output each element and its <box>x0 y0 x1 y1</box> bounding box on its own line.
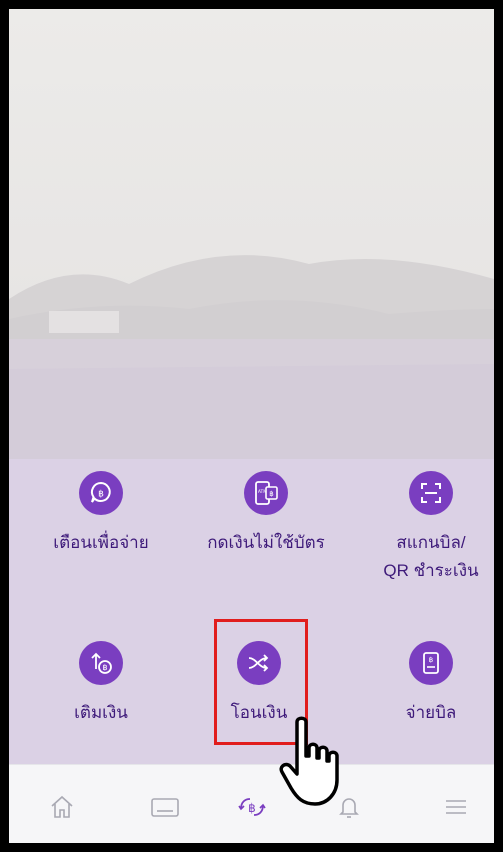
app-screen: ฿ เตือนเพื่อจ่าย ATM ฿ กดเงินไม่ใช้บัตร … <box>0 0 503 852</box>
svg-text:฿: ฿ <box>98 490 104 500</box>
scan-bill-label-line1: สแกนบิล/ <box>396 533 466 552</box>
home-icon[interactable] <box>42 787 82 827</box>
arrow-up-baht-icon: ฿ <box>79 641 123 685</box>
scan-bill-label: สแกนบิล/ QR ชำระเงิน <box>356 529 494 585</box>
notify-to-pay-label: เตือนเพื่อจ่าย <box>53 533 149 552</box>
pay-bill-label: จ่ายบิล <box>405 703 457 722</box>
top-up-label: เติมเงิน <box>74 703 128 722</box>
bottom-navigation-bar: ฿ <box>9 764 494 843</box>
chat-baht-icon: ฿ <box>79 471 123 515</box>
scan-bill-label-line2: QR ชำระเงิน <box>383 561 479 580</box>
hand-pointer-icon <box>279 716 339 806</box>
svg-text:฿: ฿ <box>248 801 256 815</box>
notify-to-pay-button[interactable]: ฿ เตือนเพื่อจ่าย <box>26 471 176 621</box>
cardless-withdraw-button[interactable]: ATM ฿ กดเงินไม่ใช้บัตร <box>191 471 341 621</box>
cardless-withdraw-label: กดเงินไม่ใช้บัตร <box>207 533 325 552</box>
bill-icon: ฿ <box>409 641 453 685</box>
transfer-baht-icon[interactable]: ฿ <box>232 787 272 827</box>
card-icon[interactable] <box>146 787 186 827</box>
svg-text:฿: ฿ <box>269 490 273 498</box>
shuffle-arrows-icon <box>237 641 281 685</box>
menu-icon[interactable] <box>436 787 476 827</box>
scan-bill-button[interactable]: สแกนบิล/ QR ชำระเงิน <box>356 471 494 621</box>
scan-frame-icon <box>409 471 453 515</box>
svg-text:฿: ฿ <box>102 663 107 672</box>
svg-text:฿: ฿ <box>429 656 433 664</box>
atm-phone-icon: ATM ฿ <box>244 471 288 515</box>
